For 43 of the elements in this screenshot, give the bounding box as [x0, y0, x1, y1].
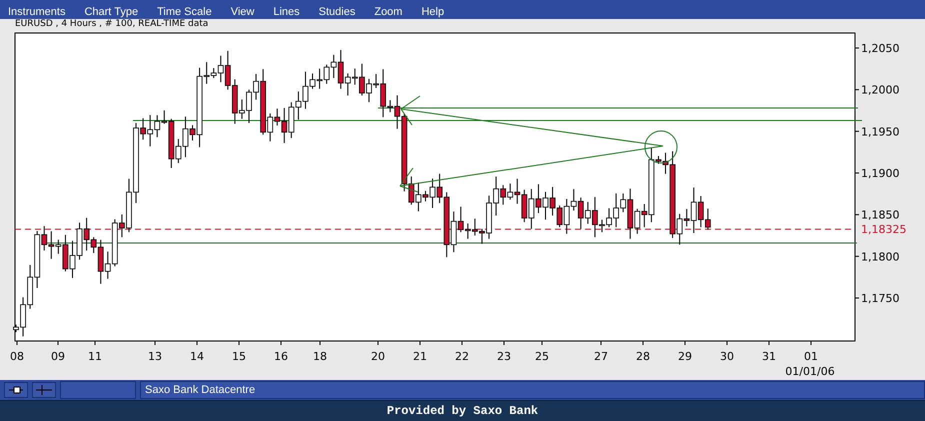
pin-button[interactable] — [4, 382, 28, 398]
axis-label: 28 — [636, 350, 650, 363]
status-text: Saxo Bank Datacentre — [140, 381, 925, 399]
axis-label: 16 — [274, 350, 288, 363]
axis-label: 1,1900 — [861, 167, 900, 180]
pin-icon — [8, 385, 24, 395]
footer-text: Provided by Saxo Bank — [386, 404, 538, 418]
axis-label: 29 — [678, 350, 692, 363]
axis-label: 11 — [88, 350, 102, 363]
axis-label: 13 — [148, 350, 162, 363]
circle-marker — [644, 130, 678, 164]
axis-label: 22 — [455, 350, 469, 363]
axis-label: 18 — [313, 350, 327, 363]
menu-item[interactable]: Chart Type — [84, 6, 138, 19]
axis-label: 1,2050 — [861, 42, 900, 55]
axis-label: 23 — [497, 350, 511, 363]
axis-label: 14 — [190, 350, 204, 363]
chart-title: EURUSD , 4 Hours , # 100, REAL-TIME data — [15, 19, 208, 30]
price-marker-label: 1,18325 — [861, 223, 906, 236]
menu-item[interactable]: Studies — [318, 6, 356, 19]
axis-label: 1,1750 — [861, 292, 900, 305]
axis-label: 1,1800 — [861, 250, 900, 264]
axis-label: 1,2000 — [861, 84, 900, 97]
menu-item[interactable]: Help — [421, 6, 444, 19]
axis-label: 09 — [51, 350, 65, 363]
menu-item[interactable]: Time Scale — [157, 6, 212, 19]
axis-label: 15 — [232, 350, 246, 363]
axis-label: 1,1850 — [861, 208, 900, 222]
axis-label: 08 — [10, 350, 24, 363]
crosshair-icon — [35, 384, 53, 396]
menu-item[interactable]: Zoom — [374, 6, 402, 19]
axis-label: 1,1950 — [861, 125, 900, 138]
menu-item[interactable]: Instruments — [8, 6, 66, 19]
menu-item[interactable]: View — [230, 6, 254, 19]
axis-label: 21 — [413, 350, 427, 363]
axis-label: 27 — [594, 350, 608, 363]
axis-label: 25 — [535, 350, 549, 363]
axis-label: 20 — [371, 350, 385, 363]
menu-item[interactable]: Lines — [273, 6, 300, 19]
axis-label: 31 — [762, 350, 776, 363]
axis-label: 01 — [804, 350, 818, 363]
axis-label: 30 — [720, 350, 734, 363]
date-label: 01/01/06 — [785, 365, 835, 378]
